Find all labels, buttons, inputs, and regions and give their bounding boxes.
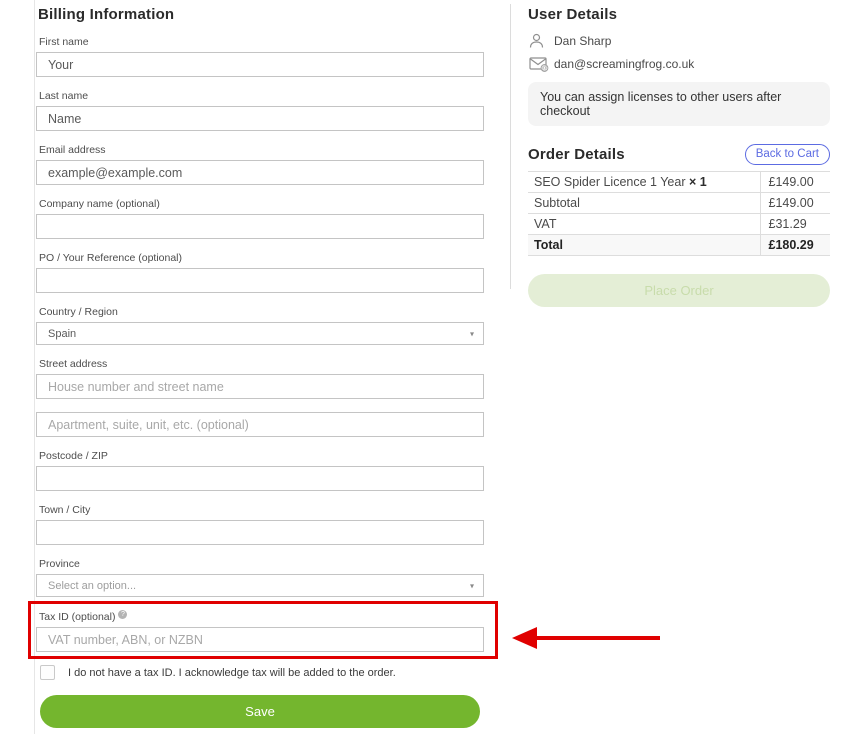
billing-form: Billing Information First name Last name… [36, 6, 484, 728]
company-label: Company name (optional) [39, 198, 484, 210]
svg-text:@: @ [541, 66, 547, 72]
street-address-field: Street address [36, 358, 484, 399]
po-reference-field: PO / Your Reference (optional) [36, 252, 484, 293]
user-icon [529, 33, 549, 49]
email-input[interactable] [36, 160, 484, 185]
last-name-input[interactable] [36, 106, 484, 131]
user-email: dan@screamingfrog.co.uk [554, 57, 694, 71]
line-item-price: £149.00 [760, 172, 830, 193]
company-field: Company name (optional) [36, 198, 484, 239]
province-field: Province Select an option... ▾ [36, 558, 484, 597]
save-button[interactable]: Save [40, 695, 480, 728]
column-divider [510, 4, 511, 289]
user-name-row: Dan Sharp [529, 33, 830, 49]
town-city-input[interactable] [36, 520, 484, 545]
user-email-row: @ dan@screamingfrog.co.uk [529, 56, 830, 72]
user-details-title: User Details [528, 6, 830, 24]
province-select[interactable]: Select an option... ▾ [36, 574, 484, 597]
email-label: Email address [39, 144, 484, 156]
po-reference-input[interactable] [36, 268, 484, 293]
chevron-down-icon: ▾ [470, 581, 474, 590]
country-select[interactable]: Spain ▾ [36, 322, 484, 345]
tax-id-field: Tax ID (optional)? [36, 610, 484, 652]
province-label: Province [39, 558, 484, 570]
billing-title: Billing Information [38, 6, 484, 24]
street-address2-input[interactable] [36, 412, 484, 437]
street-address-label: Street address [39, 358, 484, 370]
street-address-input[interactable] [36, 374, 484, 399]
first-name-field: First name [36, 36, 484, 77]
table-row-total: Total £180.29 [528, 235, 830, 256]
summary-column: User Details Dan Sharp @ dan@screamingfr… [528, 6, 830, 307]
company-input[interactable] [36, 214, 484, 239]
tax-id-label: Tax ID (optional)? [39, 610, 484, 623]
table-row-subtotal: Subtotal £149.00 [528, 193, 830, 214]
email-field: Email address [36, 144, 484, 185]
table-row-vat: VAT £31.29 [528, 214, 830, 235]
line-item-label: SEO Spider Licence 1 Year × 1 [528, 172, 760, 193]
postcode-field: Postcode / ZIP [36, 450, 484, 491]
last-name-label: Last name [39, 90, 484, 102]
place-order-button[interactable]: Place Order [528, 274, 830, 307]
postcode-label: Postcode / ZIP [39, 450, 484, 462]
form-left-border [34, 0, 35, 734]
annotation-arrow-icon [512, 627, 537, 649]
no-tax-id-row: I do not have a tax ID. I acknowledge ta… [40, 665, 484, 680]
chevron-down-icon: ▾ [470, 329, 474, 338]
street-address2-field [36, 412, 484, 437]
order-details-header: Order Details Back to Cart [528, 144, 830, 165]
email-at-icon: @ [529, 56, 549, 72]
annotation-arrow-line [535, 636, 660, 640]
vat-label: VAT [528, 214, 760, 235]
license-assign-notice: You can assign licenses to other users a… [528, 82, 830, 126]
country-field: Country / Region Spain ▾ [36, 306, 484, 345]
checkout-page: Billing Information First name Last name… [0, 0, 850, 734]
last-name-field: Last name [36, 90, 484, 131]
town-city-label: Town / City [39, 504, 484, 516]
tax-id-input[interactable] [36, 627, 484, 652]
subtotal-price: £149.00 [760, 193, 830, 214]
country-label: Country / Region [39, 306, 484, 318]
province-select-placeholder: Select an option... [48, 580, 136, 592]
order-summary-table: SEO Spider Licence 1 Year × 1 £149.00 Su… [528, 171, 830, 256]
subtotal-label: Subtotal [528, 193, 760, 214]
user-name: Dan Sharp [554, 34, 611, 48]
vat-price: £31.29 [760, 214, 830, 235]
table-row-line-item: SEO Spider Licence 1 Year × 1 £149.00 [528, 172, 830, 193]
country-select-value: Spain [48, 328, 76, 340]
order-details-title: Order Details [528, 146, 625, 164]
no-tax-id-label: I do not have a tax ID. I acknowledge ta… [68, 665, 396, 679]
total-label: Total [528, 235, 760, 256]
first-name-label: First name [39, 36, 484, 48]
first-name-input[interactable] [36, 52, 484, 77]
postcode-input[interactable] [36, 466, 484, 491]
no-tax-id-checkbox[interactable] [40, 665, 55, 680]
help-info-icon[interactable]: ? [118, 610, 127, 619]
line-item-qty: × 1 [689, 175, 707, 189]
town-city-field: Town / City [36, 504, 484, 545]
back-to-cart-button[interactable]: Back to Cart [745, 144, 830, 165]
total-price: £180.29 [760, 235, 830, 256]
po-reference-label: PO / Your Reference (optional) [39, 252, 484, 264]
